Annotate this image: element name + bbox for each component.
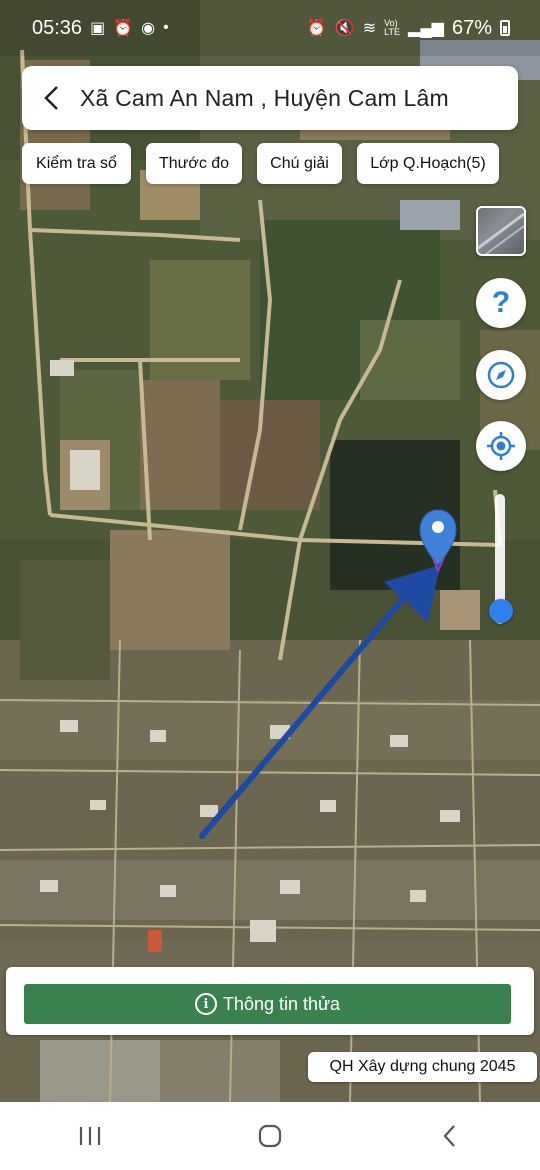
chip-chu-giai[interactable]: Chú giải (257, 143, 342, 184)
info-panel: i Thông tin thửa (6, 967, 534, 1035)
recent-apps-icon (79, 1127, 101, 1145)
search-bar[interactable]: Xã Cam An Nam , Huyện Cam Lâm (22, 66, 518, 130)
chip-kiem-tra-so[interactable]: Kiểm tra sổ (22, 143, 131, 184)
status-bar: 05:36 ▣ ⏰ ◉ • ⏰ 🔇 ≋ Vo) LTE ▂▄▆ 67% (0, 0, 540, 56)
status-time: 05:36 (32, 16, 83, 39)
mute-icon: 🔇 (334, 20, 355, 37)
home-button[interactable] (240, 1116, 300, 1156)
status-right: ⏰ 🔇 ≋ Vo) LTE ▂▄▆ 67% (307, 17, 510, 40)
zoom-slider-thumb[interactable] (489, 599, 513, 623)
chip-thuoc-do[interactable]: Thước đo (146, 143, 242, 184)
back-arrow-icon[interactable] (38, 84, 66, 112)
status-left: 05:36 ▣ ⏰ ◉ • (32, 17, 169, 40)
planning-layer-label[interactable]: QH Xây dựng chung 2045 (308, 1052, 537, 1082)
battery-icon (500, 20, 510, 36)
chip-lop-quy-hoach[interactable]: Lớp Q.Hoạch(5) (357, 143, 499, 184)
parcel-info-label: Thông tin thửa (222, 993, 341, 1014)
my-location-icon (487, 432, 515, 460)
alarm-icon: ⏰ (113, 20, 134, 37)
info-icon: i (194, 993, 217, 1015)
recent-apps-button[interactable] (60, 1116, 120, 1156)
signal-icon: ▂▄▆ (408, 20, 444, 37)
compass-button[interactable] (476, 350, 526, 400)
dot-icon: • (163, 19, 169, 36)
back-icon (443, 1125, 455, 1147)
volte-icon: Vo) LTE (384, 18, 401, 37)
system-nav-bar (0, 1102, 540, 1170)
parcel-info-button[interactable]: i Thông tin thửa (24, 984, 511, 1024)
back-button[interactable] (420, 1116, 480, 1156)
battery-level: 67% (451, 16, 492, 39)
image-icon: ▣ (90, 20, 106, 37)
map-layer-button[interactable] (476, 206, 526, 256)
help-button[interactable]: ? (476, 278, 526, 328)
help-icon: ? (491, 286, 511, 319)
alarm-icon: ⏰ (306, 20, 327, 37)
home-icon (258, 1124, 282, 1148)
compass-icon (487, 361, 515, 389)
wifi-icon: ≋ (362, 20, 377, 37)
map-layer-icon (478, 212, 524, 254)
my-location-button[interactable] (476, 421, 526, 471)
location-title: Xã Cam An Nam , Huyện Cam Lâm (80, 84, 449, 111)
messenger-icon: ◉ (141, 20, 156, 37)
